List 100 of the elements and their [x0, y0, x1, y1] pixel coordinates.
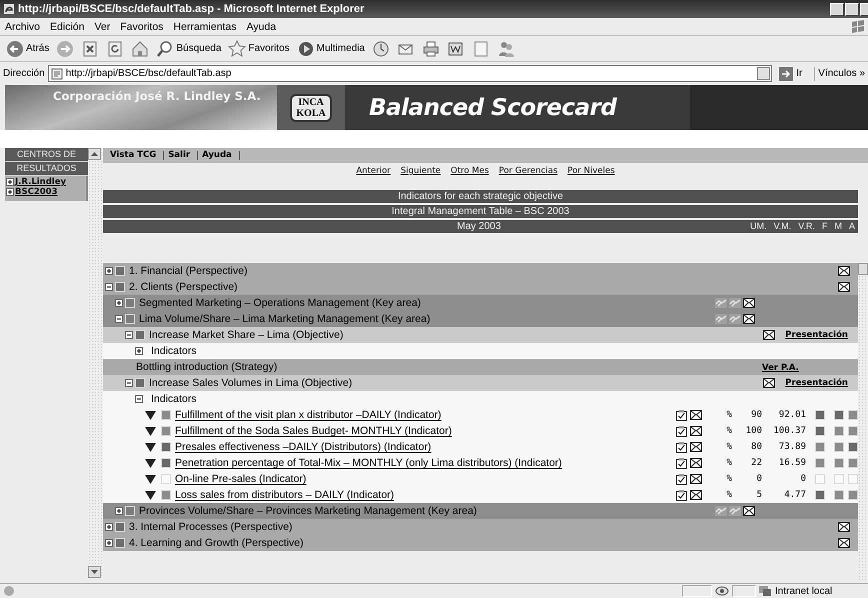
indicator-link[interactable]: Presales effectiveness –DAILY (Distributors) (Indicator) — [175, 441, 432, 453]
plus-box-icon[interactable] — [6, 178, 14, 186]
arrow-icon — [779, 66, 794, 80]
nav-link[interactable]: Por Niveles — [568, 166, 615, 190]
presentation-link[interactable]: Presentación — [785, 378, 848, 388]
envelope-icon[interactable] — [690, 442, 702, 452]
go-button[interactable]: Ir — [775, 66, 816, 80]
unit-cell-text: % — [726, 490, 732, 500]
menu-item[interactable]: Ver — [89, 20, 116, 32]
triangle-icon[interactable] — [145, 426, 156, 436]
objective-label[interactable]: Increase Market Share – Lima (Objective) — [149, 329, 764, 341]
address-field[interactable]: http://jrbapi/BSCE/bsc/defaultTab.asp — [48, 65, 772, 82]
menu-item[interactable]: Ayuda — [241, 20, 282, 32]
stop-icon — [81, 40, 100, 58]
favorites-button[interactable]: Favoritos — [226, 38, 292, 60]
clipboard-check-icon[interactable] — [676, 474, 687, 484]
triangle-icon[interactable] — [145, 458, 156, 468]
address-label: Dirección — [3, 68, 45, 79]
minus-box-icon[interactable] — [115, 315, 123, 323]
presentation-link[interactable]: Presentación — [785, 330, 848, 340]
plus-box-icon[interactable] — [115, 299, 123, 307]
maximize-button[interactable] — [845, 2, 859, 16]
back-icon — [6, 40, 24, 58]
triangle-icon[interactable] — [145, 490, 156, 500]
tree-link[interactable]: J.R.Lindley — [15, 177, 66, 187]
actual-cell-text: 16.59 — [778, 458, 806, 468]
nav-link[interactable]: Vista TCG — [106, 151, 164, 160]
tree-link[interactable]: BSC2003 — [15, 187, 58, 197]
envelope-icon[interactable] — [743, 298, 755, 308]
envelope-icon[interactable] — [690, 474, 702, 484]
envelope-icon[interactable] — [690, 426, 702, 436]
home-icon — [131, 40, 150, 58]
envelope-icon[interactable] — [743, 506, 755, 516]
envelope-icon[interactable] — [690, 458, 702, 468]
menu-item[interactable]: Herramientas — [168, 20, 242, 32]
links-button[interactable]: Vínculos » — [818, 68, 865, 79]
nav-link[interactable]: Salir — [164, 151, 198, 160]
column-header: A — [848, 220, 855, 233]
plus-box-icon[interactable] — [105, 267, 113, 275]
column-header: V.M. — [774, 220, 792, 233]
envelope-icon[interactable] — [838, 282, 850, 292]
triangle-icon[interactable] — [145, 442, 156, 452]
nav-link[interactable]: Otro Mes — [450, 166, 489, 190]
actual-cell-text: 92.01 — [778, 410, 806, 420]
nav-link[interactable]: Ayuda — [198, 151, 240, 160]
plus-box-icon[interactable] — [6, 188, 14, 196]
plus-box-icon[interactable] — [105, 539, 113, 547]
back-button[interactable]: Atrás — [4, 38, 52, 60]
minimize-button[interactable] — [830, 2, 844, 16]
envelope-icon[interactable] — [838, 266, 850, 276]
clipboard-check-icon[interactable] — [676, 458, 687, 468]
minus-box-icon[interactable] — [135, 395, 143, 403]
envelope-icon[interactable] — [743, 314, 755, 324]
scrollbar[interactable] — [88, 148, 103, 578]
menu-item[interactable]: Favoritos — [115, 20, 168, 32]
nav-link[interactable]: Siguiente — [400, 166, 441, 190]
nav-link[interactable]: Anterior — [356, 166, 391, 190]
menu-item[interactable]: Archivo — [0, 20, 46, 32]
objective-label[interactable]: Increase Sales Volumes in Lima (Objective) — [149, 377, 764, 389]
clipboard-check-icon[interactable] — [676, 490, 687, 500]
indicator-link[interactable]: On-line Pre-sales (Indicator) — [175, 473, 306, 485]
plus-box-icon[interactable] — [115, 507, 123, 515]
envelope-icon[interactable] — [838, 538, 850, 548]
clipboard-check-icon[interactable] — [676, 426, 687, 436]
header-bar: Indicators for each strategic objective — [103, 190, 858, 203]
indicator-link[interactable]: Loss sales from distributors – DAILY (Indicator) — [175, 489, 394, 501]
nav-link[interactable]: Por Gerencias — [498, 166, 558, 190]
search-button[interactable]: Búsqueda — [154, 38, 224, 60]
minus-box-icon[interactable] — [125, 331, 133, 339]
down-arrow-icon[interactable] — [91, 570, 98, 574]
triangle-icon[interactable] — [145, 410, 156, 420]
clipboard-check-icon[interactable] — [676, 410, 687, 420]
strategy-label[interactable]: Bottling introduction (Strategy) — [136, 361, 762, 373]
triangle-icon[interactable] — [145, 474, 156, 484]
indicator-link[interactable]: Penetration percentage of Total-Mix – MONTHLY (only Lima distributors) (Indicator) — [175, 457, 562, 469]
envelope-icon[interactable] — [690, 410, 702, 420]
clipboard-check-icon[interactable] — [676, 442, 687, 452]
envelope-icon[interactable] — [690, 490, 702, 500]
envelope-icon[interactable] — [763, 378, 776, 388]
minus-box-icon[interactable] — [125, 379, 133, 387]
menu-item[interactable]: Edición — [45, 20, 90, 32]
indicator-link[interactable]: Fulfillment of the visit plan x distributor –DAILY (Indicator) — [175, 409, 442, 421]
indicator-link[interactable]: Fulfillment of the Soda Sales Budget- MONTHLY (Indicator) — [175, 425, 452, 437]
windows-logo-icon — [850, 20, 866, 34]
envelope-icon[interactable] — [763, 330, 776, 340]
zone-label: Intranet local — [775, 586, 832, 596]
up-arrow-icon[interactable] — [91, 152, 98, 156]
dropdown-button[interactable] — [757, 67, 770, 80]
media-button[interactable]: Multimedia — [294, 38, 367, 60]
unit-cell-text: % — [726, 426, 732, 436]
note-icon — [472, 40, 490, 58]
scrollbar[interactable] — [858, 263, 868, 581]
minus-box-icon[interactable] — [105, 283, 113, 291]
target-cell-text: 22 — [750, 458, 762, 468]
plus-box-icon[interactable] — [135, 347, 143, 355]
privacy-icon — [714, 585, 730, 597]
envelope-icon[interactable] — [838, 522, 850, 532]
action-plan-link[interactable]: Ver P.A. — [762, 363, 799, 373]
brand-logo: INCA KOLA — [290, 94, 332, 122]
plus-box-icon[interactable] — [105, 523, 113, 531]
